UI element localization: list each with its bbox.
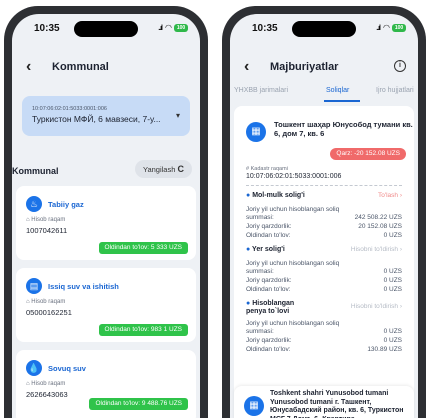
account-label: ⌂ Hisob raqam [26, 217, 66, 223]
service-card-gas[interactable]: ♨ Tabiiy gaz ⌂ Hisob raqam 1007042611 Ol… [16, 186, 196, 260]
status-bar: 10:35 ..ıl ◠ 100 [230, 14, 418, 44]
tab-enforcement[interactable]: Ijro hujjatlari [376, 87, 414, 94]
topup-link[interactable]: Hisobni to'ldirish › [351, 303, 402, 310]
phone-frame-left: 10:35 ..ıl ◠ 100 ‹ Kommunal 10:07:06:02:… [4, 6, 208, 418]
gas-icon: ♨ [26, 196, 42, 212]
cadastre-number: 10:07:06:02:01:5033:0001:006 [246, 173, 342, 180]
address-text: Туркистон МФЙ, 6 мавзеси, 7-у... [32, 114, 161, 124]
service-name: Tabiiy gaz [48, 200, 84, 209]
signal-icon: ..ıl [158, 25, 163, 32]
row-label: Joriy yil uchun hisoblangan soliq summas… [246, 260, 340, 275]
status-badge: Oldindan to'lov: 9 488.76 UZS [89, 398, 188, 410]
status-badge: Oldindan to'lov: 983 1 UZS [98, 324, 188, 336]
topup-link[interactable]: Hisobni to'ldirish › [351, 246, 402, 253]
row-value: 242 508.22 UZS [354, 214, 402, 221]
tax-title: ● Hisoblangan penya to`lovi [246, 300, 295, 315]
building-icon: ▦ [246, 122, 266, 142]
status-time: 10:35 [252, 23, 278, 34]
row-value: 0 UZS [383, 232, 402, 239]
app-header: ‹ Majburiyatlar i [230, 48, 418, 88]
row-value: 0 UZS [383, 337, 402, 344]
service-card-water[interactable]: 💧 Sovuq suv ⌂ Hisob raqam 2626643063 Old… [16, 350, 196, 418]
status-time: 10:35 [34, 23, 60, 34]
chevron-down-icon: ▾ [175, 111, 180, 120]
page-title: Majburiyatlar [270, 61, 339, 73]
tax-card: ▦ Тошкент шаҳар Юнусобод тумани кв. 6, д… [234, 106, 414, 418]
battery-icon: 100 [174, 24, 188, 32]
row-value: 0 UZS [383, 286, 402, 293]
signal-icon: ..ıl [376, 25, 381, 32]
service-name: Issiq suv va ishitish [48, 282, 119, 291]
tab-fines[interactable]: YHXBB jarimalari [234, 87, 288, 94]
property-address: Тошкент шаҳар Юнусобод тумани кв. 6, дом… [274, 120, 413, 138]
dynamic-island [292, 21, 356, 37]
app-header: ‹ Kommunal [12, 48, 200, 88]
account-label: ⌂ Hisob raqam [26, 381, 66, 387]
row-label: Oldindan to'lov: [246, 286, 291, 293]
back-arrow-icon[interactable]: ‹ [244, 58, 249, 76]
page-title: Kommunal [52, 61, 109, 73]
account-label: ⌂ Hisob raqam [26, 299, 66, 305]
row-value: 0 UZS [383, 277, 402, 284]
battery-icon: 100 [392, 24, 406, 32]
row-value: 130.89 UZS [367, 346, 402, 353]
tax-title: ● Mol-mulk solig'i [246, 192, 305, 199]
dynamic-island [74, 21, 138, 37]
pay-link[interactable]: To'lash › [378, 192, 402, 199]
service-card-heating[interactable]: ▤ Issiq suv va ishitish ⌂ Hisob raqam 05… [16, 268, 196, 342]
status-bar: 10:35 ..ıl ◠ 100 [12, 14, 200, 44]
row-label: Joriy qarzdorlik: [246, 223, 292, 230]
row-label: Joriy qarzdorlik: [246, 337, 292, 344]
tab-taxes[interactable]: Soliqlar [326, 87, 349, 94]
tab-bar: YHXBB jarimalari Soliqlar Ijro hujjatlar… [230, 84, 418, 104]
property-address: Toshkent shahri Yunusobod tumani Yunusob… [270, 390, 404, 418]
phone-frame-right: 10:35 ..ıl ◠ 100 ‹ Majburiyatlar i YHXBB… [222, 6, 426, 418]
refresh-button[interactable]: Yangilash C [135, 160, 192, 178]
section-title: Kommunal [12, 166, 59, 176]
heating-icon: ▤ [26, 278, 42, 294]
wifi-icon: ◠ [383, 23, 390, 32]
refresh-icon: C [177, 164, 185, 174]
water-icon: 💧 [26, 360, 42, 376]
debt-badge: Qarz: -20 152.08 UZS [330, 148, 406, 160]
wifi-icon: ◠ [165, 23, 172, 32]
row-value: 20 152.08 UZS [358, 223, 402, 230]
account-number: 1007042611 [26, 226, 68, 235]
service-name: Sovuq suv [48, 364, 86, 373]
screen-left: 10:35 ..ıl ◠ 100 ‹ Kommunal 10:07:06:02:… [12, 14, 200, 418]
building-icon: ▦ [244, 396, 264, 416]
active-tab-indicator [324, 100, 360, 102]
address-selector[interactable]: 10:07:06:02:01:5033:0001:006 Туркистон М… [22, 96, 190, 136]
row-label: Joriy qarzdorlik: [246, 277, 292, 284]
row-label: Oldindan to'lov: [246, 346, 291, 353]
row-label: Oldindan to'lov: [246, 232, 291, 239]
address-code: 10:07:06:02:01:5033:0001:006 [32, 106, 107, 112]
screen-right: 10:35 ..ıl ◠ 100 ‹ Majburiyatlar i YHXBB… [230, 14, 418, 418]
property-card[interactable]: ▦ Toshkent shahri Yunusobod tumani Yunus… [234, 386, 414, 418]
tax-title: ● Yer solig'i [246, 246, 285, 253]
row-value: 0 UZS [383, 328, 402, 335]
row-label: Joriy yil uchun hisoblangan soliq summas… [246, 206, 340, 221]
account-number: 2626643063 [26, 390, 68, 399]
row-label: Joriy yil uchun hisoblangan soliq summas… [246, 320, 340, 335]
refresh-label: Yangilash [143, 165, 176, 174]
info-icon[interactable]: i [394, 60, 406, 72]
status-badge: Oldindan to'lov: 5 333 UZS [98, 242, 188, 254]
cadastre-label: # Kadastr raqami [246, 166, 288, 172]
row-value: 0 UZS [383, 268, 402, 275]
divider [246, 185, 402, 186]
back-arrow-icon[interactable]: ‹ [26, 58, 31, 76]
account-number: 05000162251 [26, 308, 72, 317]
